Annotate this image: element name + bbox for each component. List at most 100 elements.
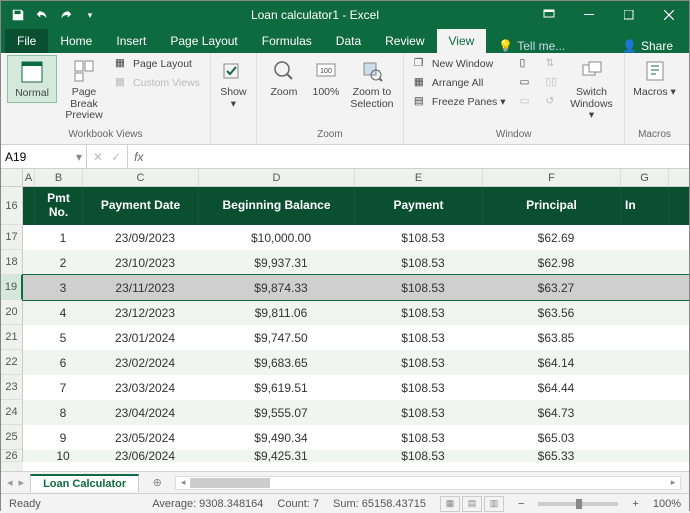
row-header[interactable]: 26	[1, 450, 23, 462]
table-row[interactable]: 123/09/2023$10,000.00$108.53$62.69	[23, 225, 689, 250]
cell-principal[interactable]: $63.56	[487, 300, 625, 325]
sheet-tab-active[interactable]: Loan Calculator	[30, 474, 139, 492]
cell-payment-date[interactable]: 23/03/2024	[87, 375, 203, 400]
table-row[interactable]: 923/05/2024$9,490.34$108.53$65.03	[23, 425, 689, 450]
cell-payment-date[interactable]: 23/06/2024	[87, 450, 203, 462]
page-layout-button[interactable]: ▦Page Layout	[111, 55, 204, 73]
name-box-dropdown-icon[interactable]: ▾	[76, 150, 82, 164]
cell-payment[interactable]: $108.53	[359, 275, 487, 300]
cell-pmt-no[interactable]: 8	[39, 400, 87, 425]
cell-payment-date[interactable]: 23/10/2023	[87, 250, 203, 275]
new-window-button[interactable]: ❐New Window	[410, 55, 510, 73]
cell-beginning-balance[interactable]: $9,683.65	[203, 350, 359, 375]
zoom-in-button[interactable]: +	[632, 498, 638, 510]
cell-beginning-balance[interactable]: $9,811.06	[203, 300, 359, 325]
cell-principal[interactable]: $64.14	[487, 350, 625, 375]
table-row[interactable]: 423/12/2023$9,811.06$108.53$63.56	[23, 300, 689, 325]
table-row[interactable]: 623/02/2024$9,683.65$108.53$64.14	[23, 350, 689, 375]
page-break-shortcut-icon[interactable]: ▥	[484, 496, 504, 512]
row-header[interactable]: 16	[1, 187, 23, 225]
zoom-button[interactable]: Zoom	[263, 55, 305, 101]
cell-pmt-no[interactable]: 2	[39, 250, 87, 275]
row-header[interactable]: 17	[1, 225, 23, 250]
hide-button[interactable]: ▭	[516, 74, 538, 92]
sync-scroll-button[interactable]: ⇅	[542, 55, 564, 73]
row-header[interactable]: 18	[1, 250, 23, 275]
ribbon-options-icon[interactable]	[529, 1, 569, 29]
cell-payment-date[interactable]: 23/11/2023	[87, 275, 203, 300]
cell-principal[interactable]: $63.27	[487, 275, 625, 300]
cell-beginning-balance[interactable]: $9,619.51	[203, 375, 359, 400]
row-header[interactable]: 19	[1, 275, 23, 300]
cell-beginning-balance[interactable]: $9,490.34	[203, 425, 359, 450]
cell-principal[interactable]: $65.33	[487, 450, 625, 462]
cell-pmt-no[interactable]: 1	[39, 225, 87, 250]
table-row[interactable]: 723/03/2024$9,619.51$108.53$64.44	[23, 375, 689, 400]
page-break-button[interactable]: Page Break Preview	[59, 55, 109, 124]
name-box[interactable]: ▾	[1, 145, 87, 168]
cell-payment[interactable]: $108.53	[359, 300, 487, 325]
maximize-icon[interactable]	[609, 1, 649, 29]
cell-payment[interactable]: $108.53	[359, 400, 487, 425]
switch-windows-button[interactable]: Switch Windows ▾	[566, 55, 618, 124]
col-header-a[interactable]: A	[23, 169, 35, 186]
zoom-100-button[interactable]: 100 100%	[307, 55, 345, 101]
unhide-button[interactable]: ▭	[516, 93, 538, 111]
zoom-selection-button[interactable]: Zoom to Selection	[347, 55, 397, 112]
tab-view[interactable]: View	[437, 29, 487, 53]
cell-payment-date[interactable]: 23/02/2024	[87, 350, 203, 375]
zoom-slider-thumb[interactable]	[576, 499, 582, 509]
enter-icon[interactable]: ✓	[111, 150, 121, 164]
zoom-level[interactable]: 100%	[653, 498, 681, 510]
scroll-thumb[interactable]	[190, 478, 270, 488]
reset-position-button[interactable]: ↺	[542, 93, 564, 111]
arrange-all-button[interactable]: ▦Arrange All	[410, 74, 510, 92]
cell-pmt-no[interactable]: 7	[39, 375, 87, 400]
sheet-prev-icon[interactable]: ◂	[7, 476, 13, 489]
cells[interactable]: Pmt No.Payment DateBeginning BalancePaym…	[23, 187, 689, 471]
cell-pmt-no[interactable]: 10	[39, 450, 87, 462]
save-icon[interactable]	[7, 4, 29, 26]
col-header-b[interactable]: B	[35, 169, 83, 186]
cell-payment-date[interactable]: 23/12/2023	[87, 300, 203, 325]
tab-file[interactable]: File	[5, 29, 48, 53]
cell-beginning-balance[interactable]: $9,937.31	[203, 250, 359, 275]
cell-principal[interactable]: $64.73	[487, 400, 625, 425]
cell-pmt-no[interactable]: 4	[39, 300, 87, 325]
undo-icon[interactable]	[31, 4, 53, 26]
add-sheet-button[interactable]: ⊕	[147, 473, 167, 493]
cell-pmt-no[interactable]: 6	[39, 350, 87, 375]
select-all-button[interactable]	[1, 169, 23, 186]
row-header[interactable]: 22	[1, 350, 23, 375]
formula-input[interactable]	[149, 145, 689, 168]
cell-principal[interactable]: $65.03	[487, 425, 625, 450]
col-header-e[interactable]: E	[355, 169, 483, 186]
row-header[interactable]: 20	[1, 300, 23, 325]
tab-data[interactable]: Data	[324, 29, 373, 53]
side-by-side-button[interactable]: ▯▯	[542, 74, 564, 92]
redo-icon[interactable]	[55, 4, 77, 26]
tab-formulas[interactable]: Formulas	[250, 29, 324, 53]
table-row[interactable]: 323/11/2023$9,874.33$108.53$63.27	[23, 275, 689, 300]
cell-payment[interactable]: $108.53	[359, 325, 487, 350]
horizontal-scrollbar[interactable]: ◂ ▸	[175, 476, 681, 490]
normal-view-button[interactable]: Normal	[7, 55, 57, 103]
col-header-g[interactable]: G	[621, 169, 669, 186]
row-header[interactable]: 24	[1, 400, 23, 425]
cell-principal[interactable]: $62.69	[487, 225, 625, 250]
cell-payment-date[interactable]: 23/05/2024	[87, 425, 203, 450]
cell-payment[interactable]: $108.53	[359, 375, 487, 400]
show-button[interactable]: Show ▾	[217, 55, 250, 112]
qat-customize-icon[interactable]: ▾	[79, 4, 101, 26]
normal-shortcut-icon[interactable]: ▦	[440, 496, 460, 512]
minimize-icon[interactable]	[569, 1, 609, 29]
cell-payment[interactable]: $108.53	[359, 225, 487, 250]
table-row[interactable]: 523/01/2024$9,747.50$108.53$63.85	[23, 325, 689, 350]
zoom-slider[interactable]	[538, 502, 618, 506]
sheet-next-icon[interactable]: ▸	[19, 476, 25, 489]
cell-payment-date[interactable]: 23/09/2023	[87, 225, 203, 250]
custom-views-button[interactable]: ▦Custom Views	[111, 74, 204, 92]
table-row[interactable]: 1023/06/2024$9,425.31$108.53$65.33	[23, 450, 689, 462]
cell-payment-date[interactable]: 23/04/2024	[87, 400, 203, 425]
cell-principal[interactable]: $63.85	[487, 325, 625, 350]
